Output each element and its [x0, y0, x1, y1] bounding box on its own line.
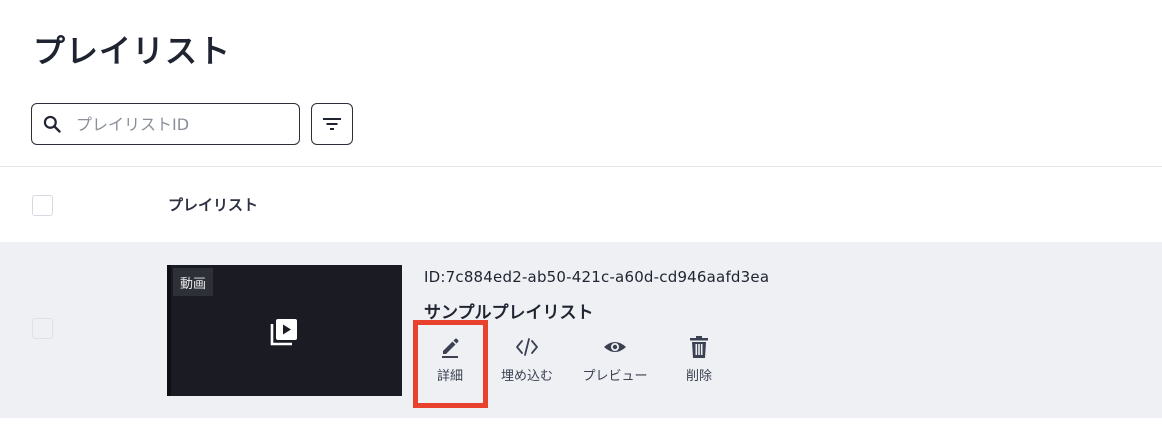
- highlight-box: [413, 320, 488, 408]
- preview-button[interactable]: プレビュー: [575, 334, 655, 384]
- embed-button[interactable]: 埋め込む: [497, 334, 557, 384]
- search-box[interactable]: [31, 103, 300, 145]
- filter-icon: [323, 118, 341, 130]
- eye-icon: [604, 342, 626, 352]
- filter-button[interactable]: [311, 103, 353, 145]
- preview-label: プレビュー: [582, 369, 648, 384]
- embed-label: 埋め込む: [500, 369, 553, 384]
- thumbnail-type-badge: 動画: [173, 268, 213, 296]
- search-icon: [43, 115, 61, 133]
- row-checkbox[interactable]: [32, 318, 53, 339]
- search-input[interactable]: [76, 114, 276, 134]
- delete-button[interactable]: 削除: [680, 334, 718, 384]
- divider: [0, 166, 1162, 167]
- code-icon: [516, 338, 538, 356]
- select-all-checkbox[interactable]: [32, 195, 53, 216]
- column-header-playlist: プレイリスト: [168, 196, 259, 214]
- delete-label: 削除: [685, 369, 712, 384]
- page-title: プレイリスト: [33, 32, 232, 70]
- playlist-id: ID:7c884ed2-ab50-421c-a60d-cd946aafd3ea: [424, 268, 770, 286]
- video-library-icon: [270, 319, 297, 346]
- trash-icon: [690, 336, 708, 358]
